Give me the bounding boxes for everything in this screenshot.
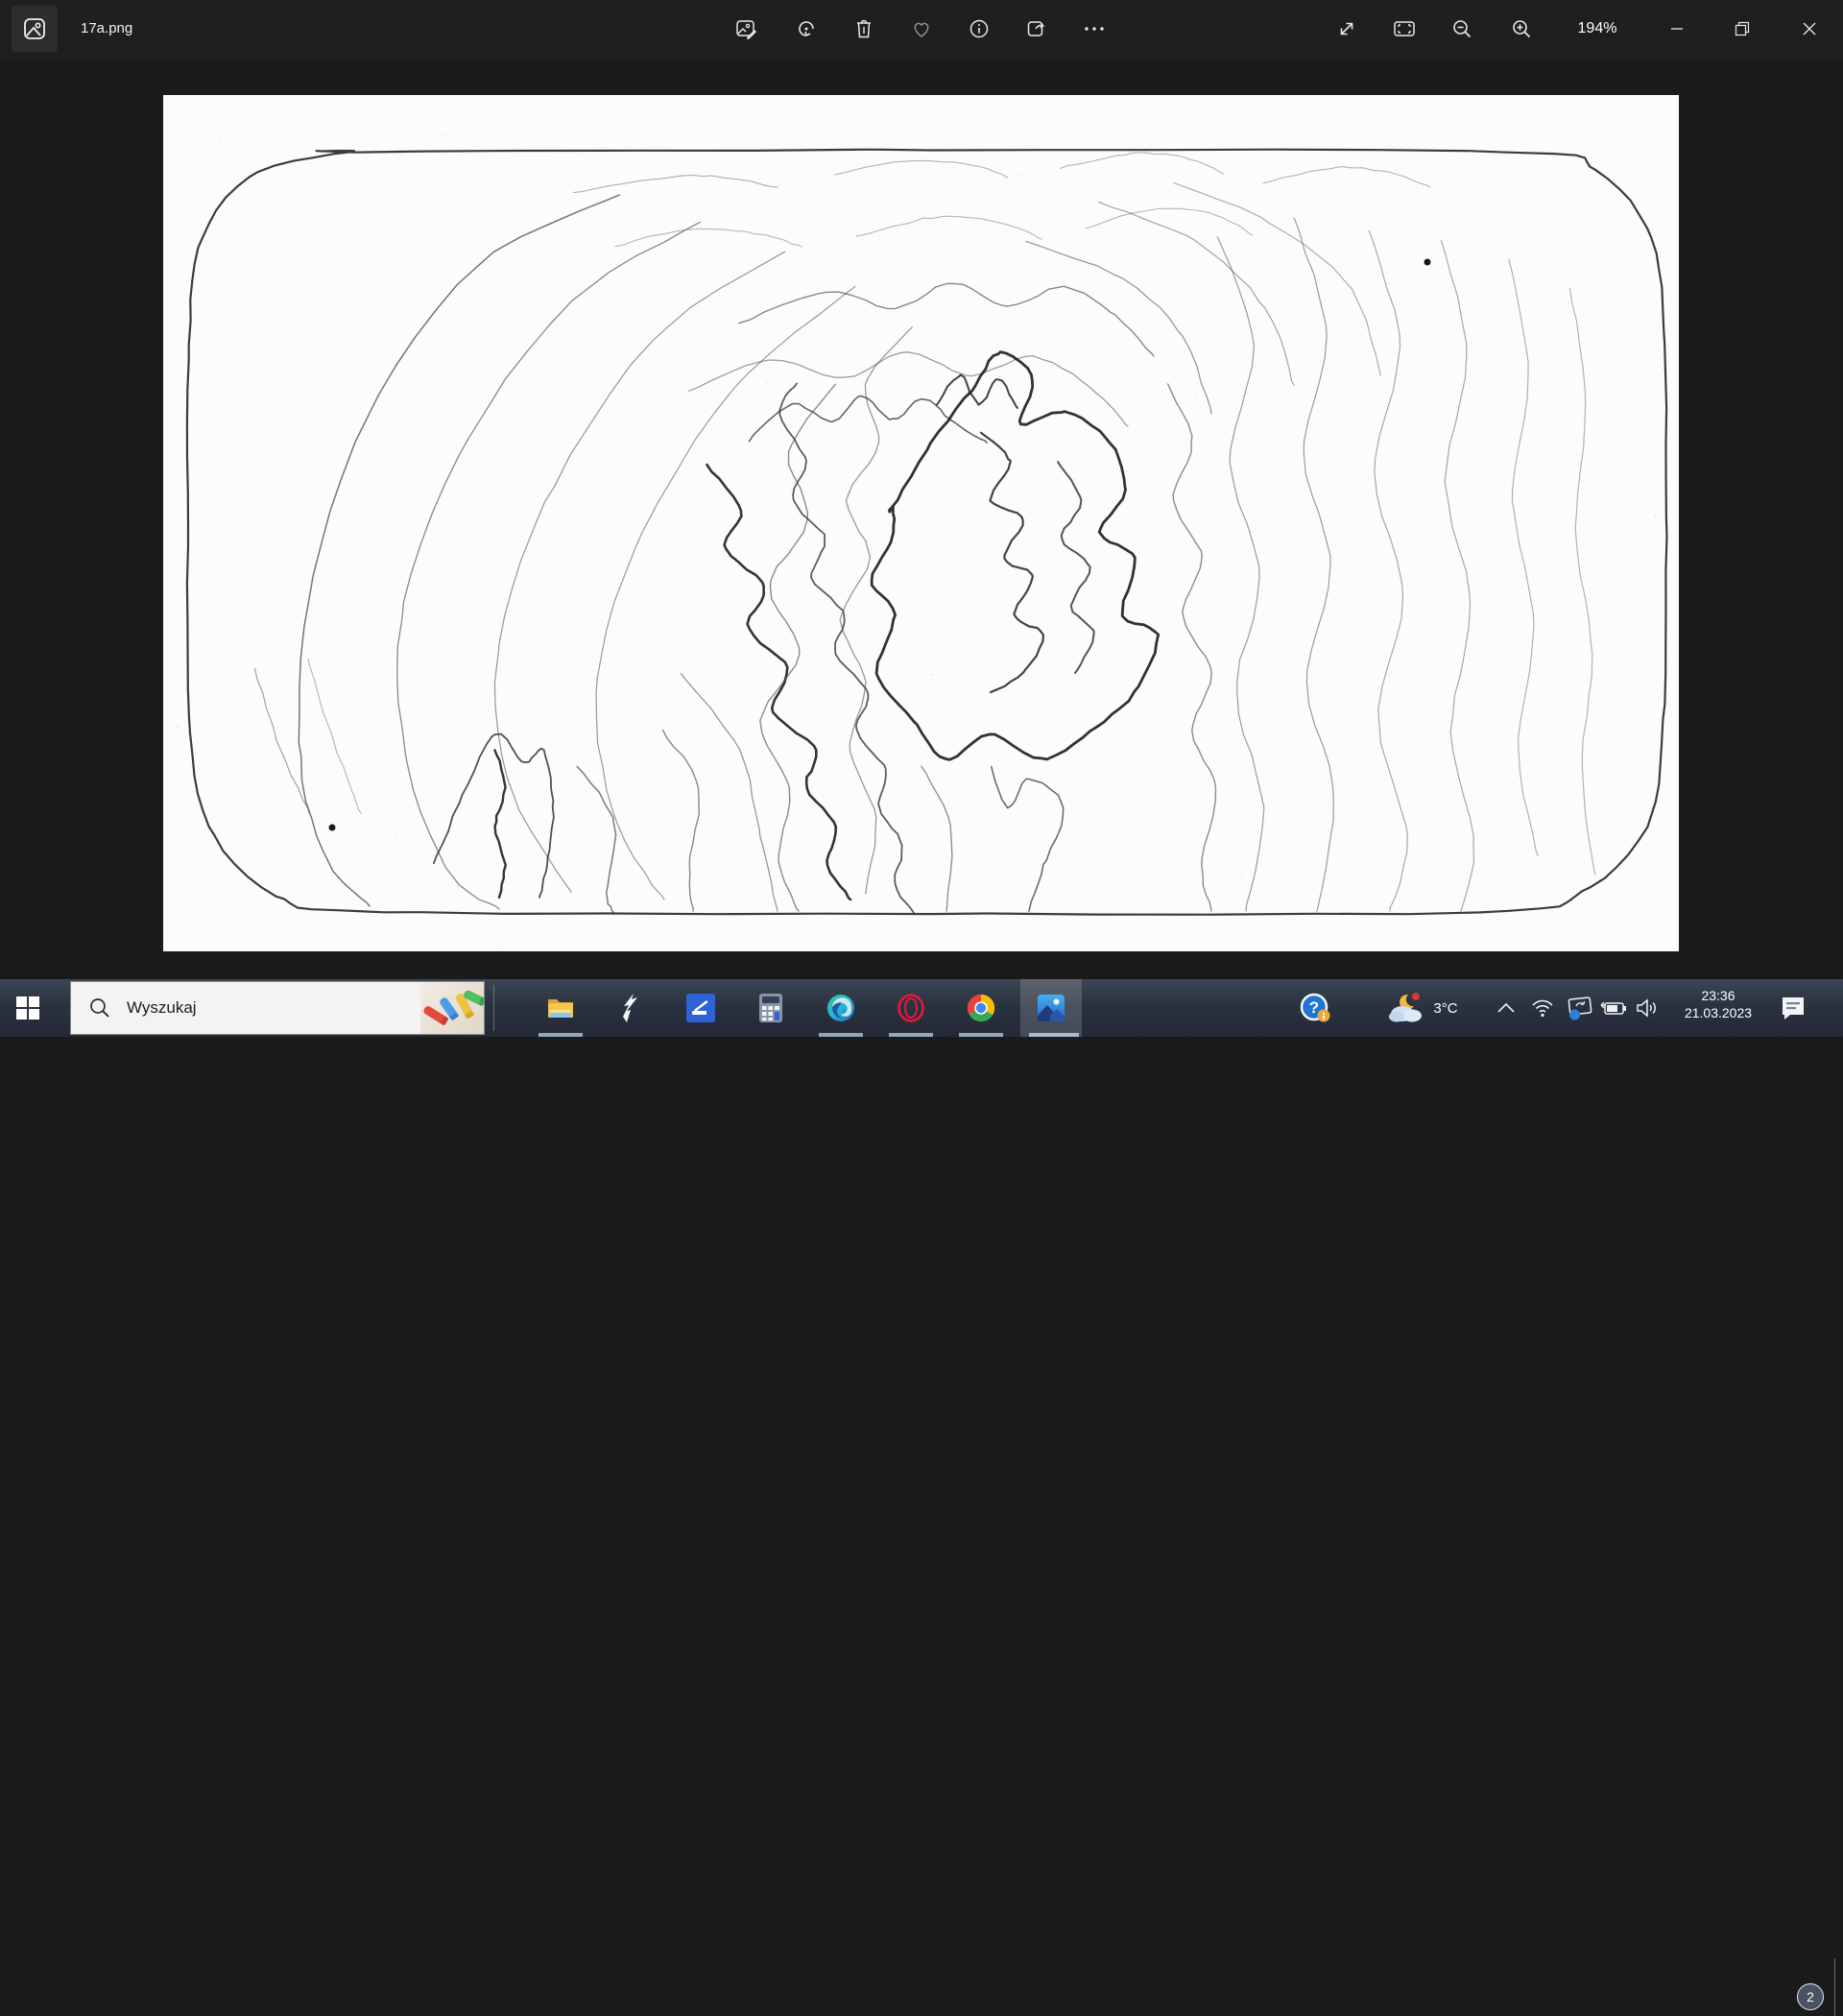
taskbar-app-chrome[interactable] <box>953 979 1009 1037</box>
photos-app-icon[interactable] <box>12 6 58 52</box>
s-lightning-icon <box>623 994 637 1022</box>
fit-frame-icon <box>1394 21 1415 36</box>
zoom-level: 194% <box>1577 20 1617 36</box>
taskbar: Wyszukaj ? 3°C 23:36 21.03.2023 2 <box>0 979 1843 2016</box>
notification-count-badge: 2 <box>1797 1983 1824 2010</box>
see-more-button[interactable] <box>1075 10 1113 48</box>
close-icon <box>1803 22 1816 36</box>
crayons-icon <box>423 990 484 1025</box>
delete-button[interactable] <box>845 10 883 48</box>
taskbar-app-file-explorer[interactable] <box>533 979 588 1037</box>
search-icon <box>90 998 109 1018</box>
fullscreen-icon <box>1340 22 1353 36</box>
rotate-button[interactable] <box>787 10 826 48</box>
weather-temperature: 3°C <box>1433 999 1458 1017</box>
edit-image-icon <box>736 20 756 39</box>
rotate-icon <box>799 21 814 36</box>
tray-battery[interactable] <box>1595 979 1630 1037</box>
cast-sync-icon <box>1568 996 1592 1020</box>
opera-icon <box>898 994 924 1022</box>
share-icon <box>1027 21 1045 36</box>
heart-icon <box>914 22 929 37</box>
chevron-up-icon <box>1497 1002 1515 1013</box>
tray-chevron-up[interactable] <box>1490 979 1522 1037</box>
trash-icon <box>857 19 871 38</box>
photo-canvas <box>163 95 1679 951</box>
notification-icon <box>1783 997 1804 1020</box>
pencil-doodle-drawing <box>176 108 1671 948</box>
info-icon <box>969 19 989 38</box>
edge-icon <box>827 995 854 1021</box>
scan-app-icon <box>686 994 715 1022</box>
zoom-in-button[interactable] <box>1502 10 1541 48</box>
share-button[interactable] <box>1017 10 1056 48</box>
running-indicator-chrome <box>959 1033 1003 1037</box>
wifi-icon <box>1532 999 1553 1018</box>
search-placeholder: Wyszukaj <box>127 998 197 1017</box>
tray-weather[interactable]: 3°C <box>1375 979 1471 1037</box>
file-explorer-icon <box>548 999 573 1018</box>
photo-viewer <box>0 58 1843 979</box>
taskbar-divider <box>493 985 494 1031</box>
zoom-out-icon <box>1453 20 1472 38</box>
fit-to-window-button[interactable] <box>1385 10 1424 48</box>
picture-icon <box>24 18 45 39</box>
ellipsis-icon <box>1085 27 1104 31</box>
restore-icon <box>1735 21 1750 36</box>
zoom-out-button[interactable] <box>1443 10 1481 48</box>
taskbar-app-windows-scan[interactable] <box>673 979 729 1037</box>
close-button[interactable] <box>1787 0 1831 58</box>
start-button[interactable] <box>0 979 56 1037</box>
battery-charging-icon <box>1600 1001 1626 1015</box>
running-indicator-edge <box>819 1033 863 1037</box>
taskbar-app-opera-gx[interactable] <box>883 979 939 1037</box>
clock-time: 23:36 <box>1701 988 1735 1003</box>
search-input[interactable]: Wyszukaj <box>70 981 485 1035</box>
titlebar: 17a.png 194% <box>0 0 1843 58</box>
fullscreen-button[interactable] <box>1328 10 1366 48</box>
tray-notifications[interactable] <box>1772 979 1814 1037</box>
photos-taskbar-icon <box>1038 995 1065 1021</box>
taskbar-app-photos[interactable] <box>1023 979 1079 1037</box>
taskbar-app-s-lightning[interactable] <box>603 979 658 1037</box>
show-desktop-button[interactable] <box>1834 1958 1843 2016</box>
favorite-button[interactable] <box>902 10 941 48</box>
tray-speaker[interactable] <box>1630 979 1664 1037</box>
running-indicator-photos <box>1029 1033 1079 1037</box>
svg-text:?: ? <box>1309 998 1319 1017</box>
minimize-icon <box>1671 28 1683 30</box>
tray-wifi[interactable] <box>1526 979 1559 1037</box>
window-title: 17a.png <box>81 20 133 36</box>
help-icon: ? <box>1300 993 1330 1022</box>
taskbar-app-calculator[interactable] <box>743 979 799 1037</box>
running-indicator-file-explorer <box>539 1033 583 1037</box>
running-indicator-opera <box>889 1033 933 1037</box>
restore-button[interactable] <box>1720 0 1764 58</box>
zoom-in-icon <box>1513 20 1531 38</box>
tray-clock[interactable]: 23:36 21.03.2023 <box>1672 979 1764 1037</box>
chrome-icon <box>967 994 995 1022</box>
tray-cast-sync[interactable] <box>1563 979 1597 1037</box>
edit-image-button[interactable] <box>727 10 765 48</box>
search-highlight-crayons-image[interactable] <box>420 982 484 1034</box>
taskbar-app-edge[interactable] <box>813 979 869 1037</box>
windows-logo-icon <box>16 996 39 1020</box>
speaker-icon <box>1637 998 1656 1018</box>
weather-icon <box>1389 993 1423 1022</box>
tray-get-help[interactable]: ? <box>1294 979 1336 1037</box>
info-button[interactable] <box>960 10 998 48</box>
clock-date: 21.03.2023 <box>1684 1005 1753 1020</box>
calculator-icon <box>759 994 782 1022</box>
minimize-button[interactable] <box>1655 0 1699 58</box>
